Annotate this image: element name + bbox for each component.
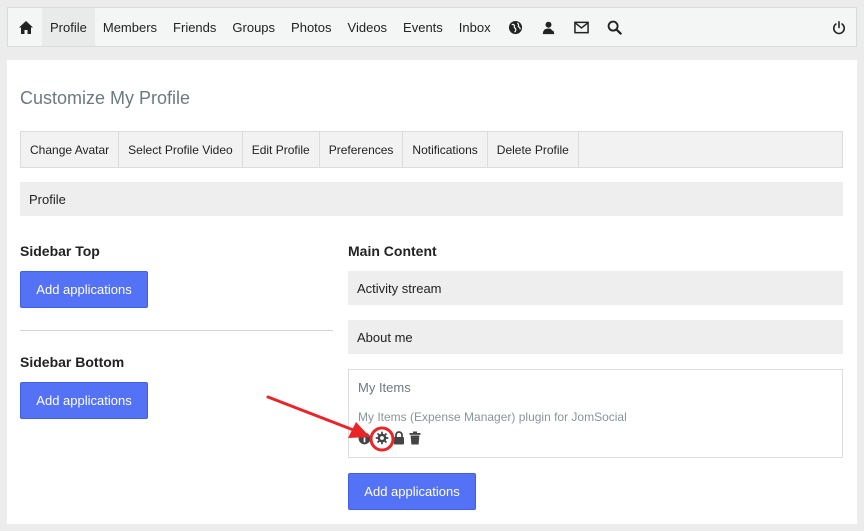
nav-videos[interactable]: Videos (340, 8, 396, 46)
sidebar-bottom-heading: Sidebar Bottom (20, 354, 125, 370)
nav-friends[interactable]: Friends (165, 8, 224, 46)
friend-requests-icon (541, 20, 556, 35)
my-items-actions (358, 431, 421, 445)
friend-requests-button[interactable] (532, 8, 565, 46)
home-button[interactable] (8, 8, 42, 46)
page-title: Customize My Profile (20, 88, 191, 108)
subnav-preferences[interactable]: Preferences (320, 132, 404, 167)
customize-profile-panel: Customize My Profile Change Avatar Selec… (7, 60, 857, 524)
profile-subnav: Change Avatar Select Profile Video Edit … (20, 131, 843, 168)
sidebar-top-heading: Sidebar Top (20, 243, 100, 259)
mail-icon (573, 21, 589, 34)
subnav-edit-profile[interactable]: Edit Profile (243, 132, 320, 167)
lock-icon[interactable] (393, 431, 405, 445)
app-activity-stream[interactable]: Activity stream (348, 271, 843, 305)
nav-members[interactable]: Members (95, 8, 165, 46)
gear-icon[interactable] (375, 431, 389, 445)
profile-bar: Profile (20, 182, 843, 216)
nav-inbox[interactable]: Inbox (451, 8, 499, 46)
info-icon[interactable] (358, 432, 371, 445)
app-about-me[interactable]: About me (348, 320, 843, 354)
sidebar-bottom-add-applications-button[interactable]: Add applications (20, 382, 148, 419)
power-icon (832, 20, 846, 35)
sidebar-top-add-applications-button[interactable]: Add applications (20, 271, 148, 308)
search-button[interactable] (598, 8, 631, 46)
nav-photos[interactable]: Photos (283, 8, 339, 46)
main-content-heading: Main Content (348, 243, 437, 259)
subnav-delete-profile[interactable]: Delete Profile (488, 132, 579, 167)
subnav-notifications[interactable]: Notifications (403, 132, 488, 167)
subnav-change-avatar[interactable]: Change Avatar (21, 132, 120, 167)
nav-groups[interactable]: Groups (224, 8, 283, 46)
globe-button[interactable] (499, 8, 532, 46)
nav-profile[interactable]: Profile (42, 8, 95, 46)
top-navigation: Profile Members Friends Groups Photos Vi… (7, 7, 857, 47)
app-my-items: My Items My Items (Expense Manager) plug… (348, 369, 843, 458)
mail-button[interactable] (565, 8, 598, 46)
trash-icon[interactable] (409, 431, 421, 445)
my-items-title: My Items (358, 380, 411, 395)
globe-icon (508, 20, 523, 35)
my-items-description: My Items (Expense Manager) plugin for Jo… (358, 410, 627, 424)
sidebar-divider (20, 330, 333, 331)
nav-events[interactable]: Events (395, 8, 451, 46)
search-icon (607, 20, 622, 35)
main-content-add-applications-button[interactable]: Add applications (348, 473, 476, 510)
home-icon (18, 20, 34, 35)
logout-button[interactable] (823, 8, 856, 46)
subnav-select-profile-video[interactable]: Select Profile Video (119, 132, 243, 167)
